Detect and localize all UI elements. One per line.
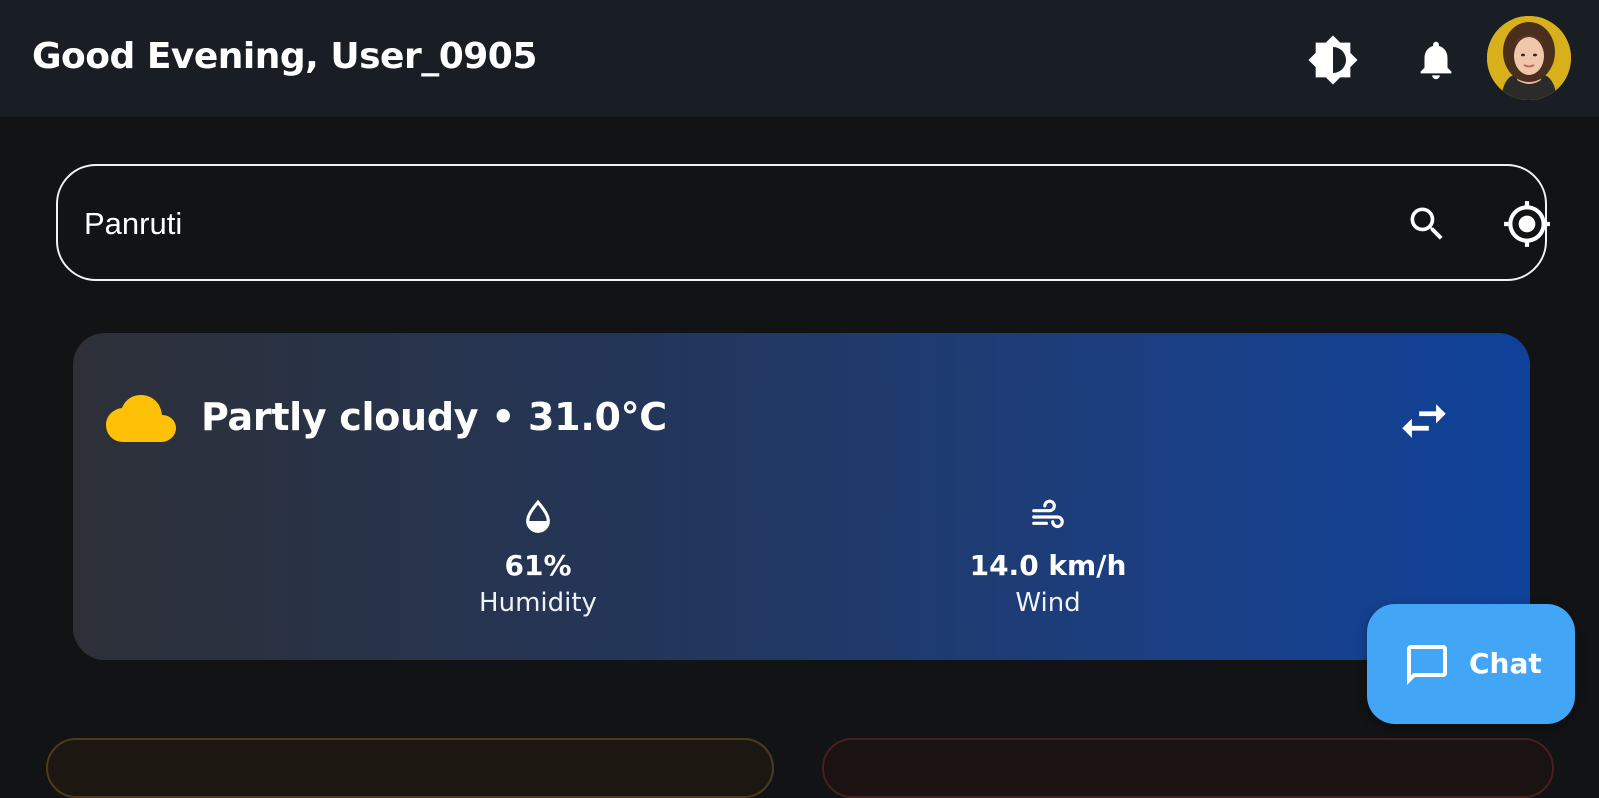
current-location-button[interactable] [1499,196,1555,252]
chat-bubble-icon [1407,645,1447,685]
chat-button-label: Chat [1469,647,1542,680]
humidity-value: 61% [504,549,572,582]
bell-icon [1420,41,1452,80]
brightness-icon [1308,35,1358,85]
location-search-input[interactable] [84,196,1284,252]
wind-label: Wind [1015,588,1081,618]
wind-stat: 14.0 km/h Wind [918,495,1178,618]
wind-value: 14.0 km/h [969,549,1127,582]
condition-icon-wrap [106,393,176,448]
wind-icon [1032,499,1064,529]
top-app-bar: Good Evening, User_0905 [0,0,1599,117]
cloud-icon [106,395,176,442]
forecast-card-right[interactable] [822,738,1554,798]
search-button[interactable] [1399,196,1455,252]
theme-toggle-button[interactable] [1307,34,1359,86]
my-location-icon [1504,201,1550,247]
humidity-label: Humidity [479,588,597,618]
current-weather-card: Partly cloudy • 31.0°C 61% Humidity 14.0… [73,333,1530,660]
humidity-stat: 61% Humidity [408,495,668,618]
forecast-card-left[interactable] [46,738,774,798]
avatar-image [1487,16,1571,100]
chat-button[interactable]: Chat [1367,604,1575,724]
condition-temperature: Partly cloudy • 31.0°C [201,395,667,439]
water-drop-icon [526,499,550,533]
location-search-bar [56,164,1550,281]
notifications-button[interactable] [1410,34,1462,86]
greeting-title: Good Evening, User_0905 [32,36,537,77]
search-icon [1410,207,1443,240]
swap-horiz-icon [1402,404,1446,438]
user-avatar[interactable] [1487,16,1571,100]
swap-units-button[interactable] [1391,393,1457,449]
